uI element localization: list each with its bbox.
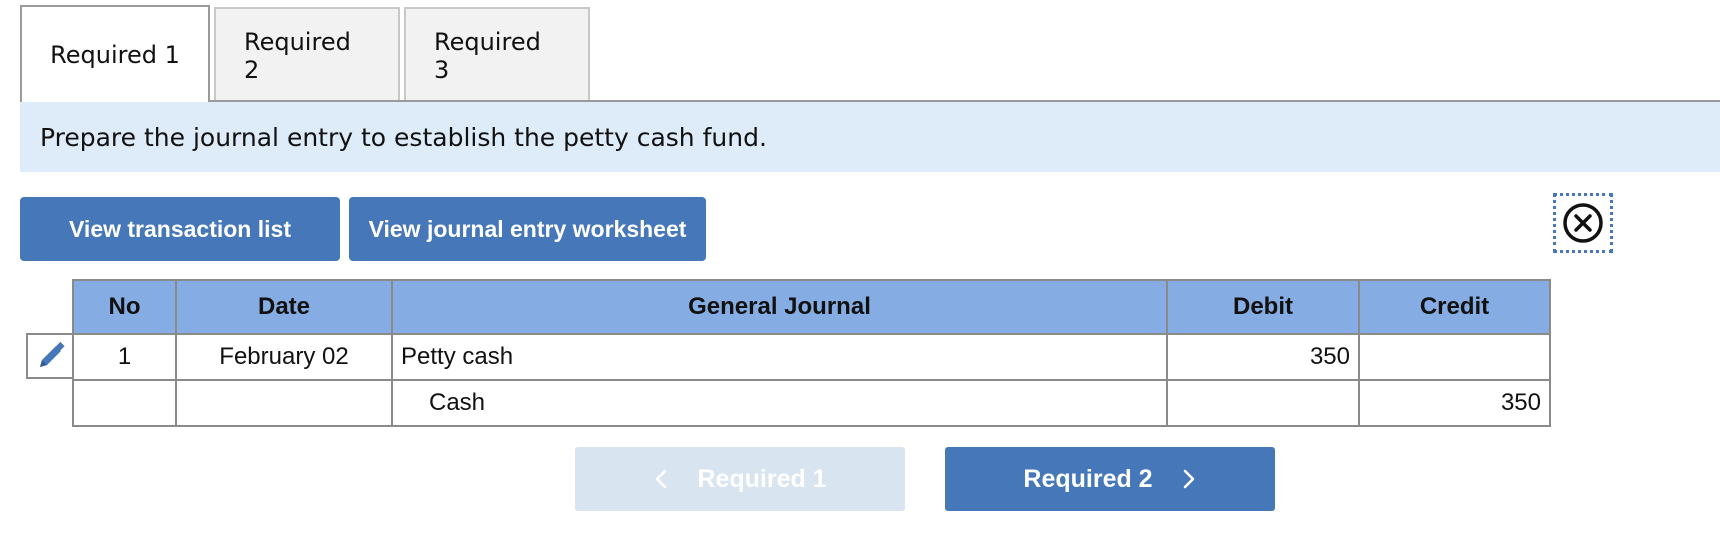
instruction-text: Prepare the journal entry to establish t… [40,122,767,152]
header-date: Date [175,279,393,335]
cell-credit: 350 [1358,379,1551,427]
header-credit: Credit [1358,279,1551,335]
tab-required-1[interactable]: Required 1 [20,5,210,102]
cell-credit [1358,333,1551,381]
cell-no [72,379,177,427]
table-row: 1 February 02 Petty cash 350 [72,333,1551,381]
previous-required-button[interactable]: Required 1 [575,447,905,511]
cell-date: February 02 [175,333,393,381]
previous-required-label: Required 1 [697,464,827,493]
next-required-button[interactable]: Required 2 [945,447,1275,511]
header-general-journal: General Journal [391,279,1168,335]
tab-bar: Required 1 Required 2 Required 3 [20,5,594,102]
table-row: Cash 350 [72,379,1551,427]
edit-entry-button[interactable] [26,333,74,379]
journal-entry-screen: Required 1 Required 2 Required 3 Prepare… [0,0,1720,552]
close-circle-icon [1563,203,1603,243]
header-no: No [72,279,177,335]
journal-table: No Date General Journal Debit Credit 1 F… [72,279,1551,427]
view-journal-entry-worksheet-button[interactable]: View journal entry worksheet [349,197,706,261]
header-debit: Debit [1166,279,1360,335]
instruction-banner: Prepare the journal entry to establish t… [20,100,1720,172]
chevron-left-icon [653,468,669,490]
tab-required-3[interactable]: Required 3 [404,7,590,102]
next-required-label: Required 2 [1023,464,1153,493]
view-transaction-list-button[interactable]: View transaction list [20,197,340,261]
cell-no: 1 [72,333,177,381]
close-button[interactable] [1553,193,1613,253]
tab-required-2[interactable]: Required 2 [214,7,400,102]
pencil-icon [40,341,65,367]
cell-date [175,379,393,427]
cell-debit [1166,379,1360,427]
table-header-row: No Date General Journal Debit Credit [72,279,1551,335]
cell-debit: 350 [1166,333,1360,381]
chevron-right-icon [1181,468,1197,490]
cell-account: Petty cash [391,333,1168,381]
cell-account: Cash [391,379,1168,427]
